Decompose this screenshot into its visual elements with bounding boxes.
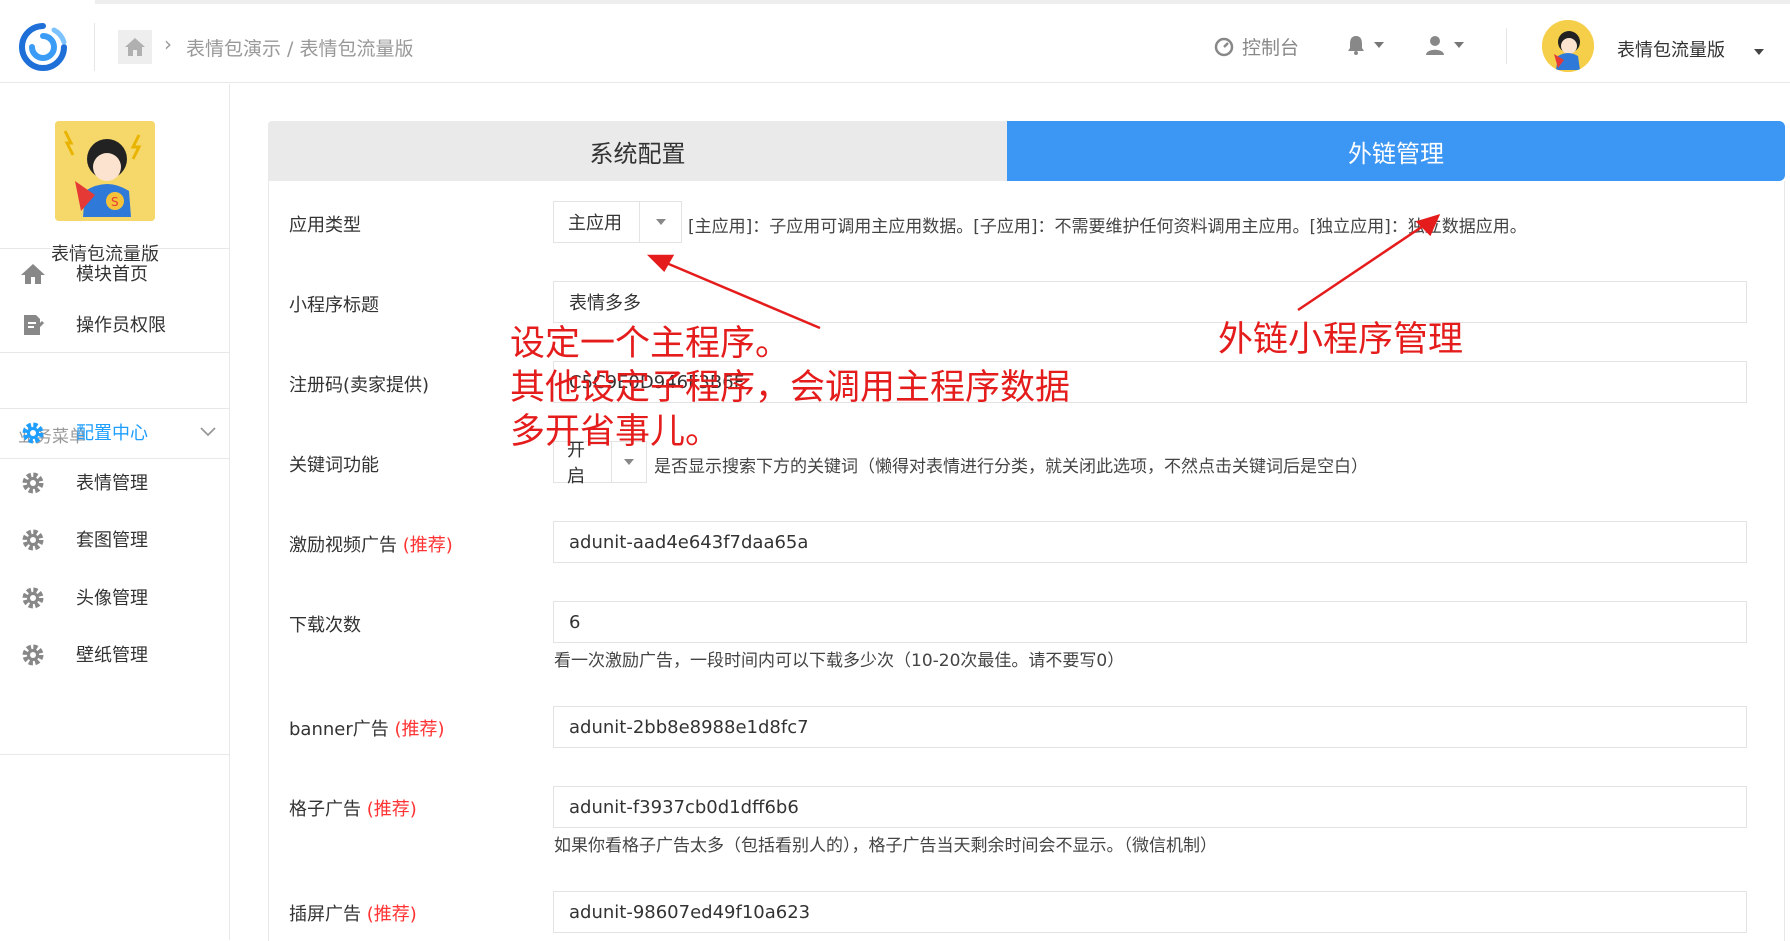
recommend-tag: (推荐): [366, 799, 417, 820]
divider: [0, 248, 230, 249]
annotation-line: 多开省事儿。: [510, 412, 721, 452]
title-label: 小程序标题: [289, 295, 379, 316]
sidebar-item-wallpaper-management[interactable]: 壁纸管理: [0, 634, 230, 674]
home-icon: [20, 261, 46, 287]
sidebar-item-label: 套图管理: [76, 530, 148, 551]
chevron-down-icon[interactable]: [1754, 40, 1764, 59]
app-type-select[interactable]: 主应用: [553, 201, 682, 243]
divider: [0, 754, 230, 755]
app-type-label: 应用类型: [289, 215, 361, 236]
recommend-tag: (推荐): [366, 904, 417, 925]
top-strip: [95, 0, 1790, 4]
banner-ad-label-text: banner广告: [289, 719, 389, 740]
banner-ad-label: banner广告 (推荐): [289, 715, 445, 741]
keyword-description: 是否显示搜索下方的关键词（懒得对表情进行分类，就关闭此选项，不然点击关键词后是空…: [654, 457, 1368, 477]
recommend-tag: (推荐): [394, 719, 445, 740]
reward-ad-label: 激励视频广告 (推荐): [289, 531, 453, 557]
home-icon[interactable]: [118, 30, 152, 64]
gear-icon: [20, 527, 46, 553]
reward-ad-input[interactable]: adunit-aad4e643f7daa65a: [553, 521, 1747, 563]
download-count-label: 下载次数: [289, 615, 361, 636]
user-icon: [1426, 36, 1444, 55]
sidebar-item-operator-permissions[interactable]: 操作员权限: [0, 304, 230, 344]
user-menu[interactable]: [1424, 34, 1464, 56]
interstitial-ad-label-text: 插屏广告: [289, 904, 361, 925]
gear-icon: [20, 585, 46, 611]
divider: [0, 458, 230, 459]
interstitial-ad-input[interactable]: adunit-98607ed49f10a623: [553, 891, 1747, 933]
sidebar-item-set-management[interactable]: 套图管理: [0, 519, 230, 559]
main-content: 系统配置 外链管理 应用类型 主应用 [主应用]：子应用可调用主应用数据。[子应…: [268, 121, 1785, 941]
tab-bar: 系统配置 外链管理: [268, 121, 1785, 181]
grid-ad-description: 如果你看格子广告太多（包括看别人的），格子广告当天剩余时间会不显示。（微信机制）: [554, 836, 1217, 856]
app-logo-icon[interactable]: [16, 20, 70, 74]
reg-code-label: 注册码(卖家提供): [289, 375, 430, 396]
reward-ad-label-text: 激励视频广告: [289, 535, 397, 556]
app-type-description: [主应用]：子应用可调用主应用数据。[子应用]：不需要维护任何资料调用主应用。[…: [688, 217, 1527, 237]
edit-doc-icon: [20, 312, 46, 338]
sidebar-item-label: 操作员权限: [76, 315, 166, 336]
gear-icon: [20, 642, 46, 668]
avatar[interactable]: [1542, 20, 1594, 72]
dashboard-icon: [1214, 37, 1234, 56]
console-link[interactable]: 控制台: [1214, 33, 1299, 60]
gear-icon: [20, 470, 46, 496]
sidebar-item-label: 配置中心: [76, 423, 148, 444]
profile-avatar: S: [55, 121, 155, 221]
sidebar-item-emoji-management[interactable]: 表情管理: [0, 462, 230, 502]
divider: [1506, 28, 1507, 64]
annotation-left-text: 设定一个主程序。 其他设定子程序，会调用主程序数据 多开省事儿。: [510, 322, 1070, 454]
sidebar-item-avatar-management[interactable]: 头像管理: [0, 577, 230, 617]
app-type-value: 主应用: [568, 213, 622, 234]
breadcrumb[interactable]: 表情包演示 / 表情包流量版: [186, 34, 413, 61]
tab-external-links[interactable]: 外链管理: [1007, 121, 1785, 181]
chevron-down-icon: [1374, 42, 1384, 48]
top-bar: › 表情包演示 / 表情包流量版 控制台 表情包流量版: [0, 0, 1790, 83]
banner-ad-input[interactable]: adunit-2bb8e8988e1d8fc7: [553, 706, 1747, 748]
recommend-tag: (推荐): [402, 535, 453, 556]
config-form: 应用类型 主应用 [主应用]：子应用可调用主应用数据。[子应用]：不需要维护任何…: [268, 181, 1785, 941]
sidebar-item-config-center[interactable]: 配置中心: [0, 412, 230, 452]
sidebar-item-label: 头像管理: [76, 588, 148, 609]
interstitial-ad-label: 插屏广告 (推荐): [289, 900, 417, 926]
download-count-description: 看一次激励广告，一段时间内可以下载多少次（10-20次最佳。请不要写0）: [554, 651, 1125, 671]
sidebar-item-label: 表情管理: [76, 473, 148, 494]
annotation-right-text: 外链小程序管理: [1218, 320, 1464, 360]
sidebar: S 表情包流量版 模块首页 操作员权限 业务菜单 配置中心 表情管理 套图管理 …: [0, 84, 230, 940]
tab-system-config[interactable]: 系统配置: [268, 121, 1007, 181]
title-input[interactable]: 表情多多: [553, 281, 1747, 323]
grid-ad-label-text: 格子广告: [289, 799, 361, 820]
console-label: 控制台: [1242, 37, 1300, 59]
svg-text:S: S: [111, 195, 119, 209]
chevron-right-icon: ›: [164, 32, 172, 56]
download-count-input[interactable]: 6: [553, 601, 1747, 643]
sidebar-item-label: 壁纸管理: [76, 645, 148, 666]
annotation-line: 其他设定子程序，会调用主程序数据: [510, 368, 1071, 408]
keyword-label: 关键词功能: [289, 455, 379, 476]
sidebar-item-label: 模块首页: [76, 264, 148, 285]
divider: [0, 352, 230, 353]
divider: [0, 408, 230, 409]
grid-ad-input[interactable]: adunit-f3937cb0d1dff6b6: [553, 786, 1747, 828]
grid-ad-label: 格子广告 (推荐): [289, 795, 417, 821]
bell-icon: [1348, 36, 1364, 55]
chevron-down-icon: [1454, 42, 1464, 48]
username[interactable]: 表情包流量版: [1617, 36, 1725, 62]
chevron-down-icon[interactable]: [639, 202, 681, 242]
annotation-line: 设定一个主程序。: [510, 324, 791, 364]
divider: [94, 23, 95, 71]
sidebar-item-home[interactable]: 模块首页: [0, 253, 230, 293]
notification-menu[interactable]: [1346, 34, 1384, 56]
gear-icon: [20, 420, 46, 446]
